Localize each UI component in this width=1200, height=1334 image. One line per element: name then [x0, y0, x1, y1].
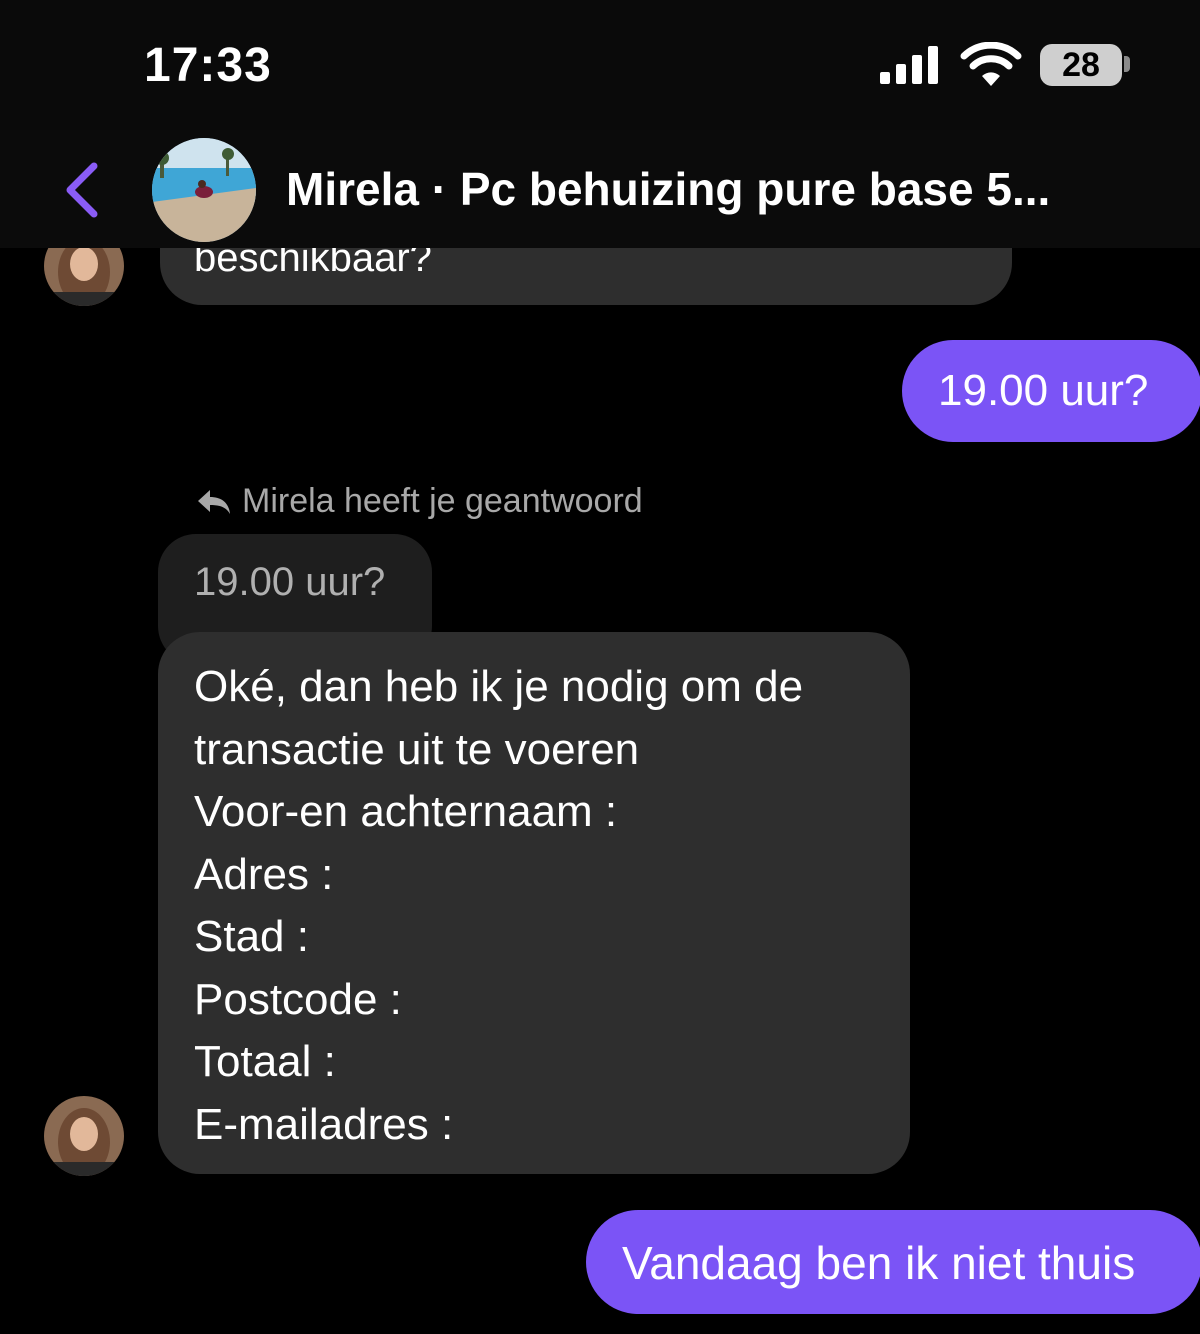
status-time: 17:33: [144, 39, 272, 92]
message-line: Adres :: [194, 849, 334, 899]
chevron-left-icon[interactable]: [60, 160, 104, 220]
battery-icon: 28: [1040, 44, 1122, 86]
reply-arrow-icon: [198, 489, 230, 514]
message-lines: Oké, dan heb ik je nodig om de transacti…: [194, 656, 803, 1156]
signal-icon: [880, 46, 938, 84]
message-line: E-mailadres :: [194, 1099, 454, 1149]
sender-avatar[interactable]: [44, 1096, 124, 1176]
contact-avatar[interactable]: [152, 138, 256, 242]
message-line: Oké, dan heb ik je nodig om de: [194, 662, 804, 711]
message-line: Totaal :: [194, 1037, 336, 1086]
reply-label-text: Mirela heeft je geantwoord: [242, 482, 643, 520]
quoted-text: 19.00 uur?: [194, 560, 386, 604]
message-line: transactie uit te voeren: [194, 724, 640, 774]
battery-nub: [1124, 56, 1130, 72]
message-line: Stad :: [194, 912, 309, 961]
wifi-icon: [960, 42, 1022, 86]
message-bubble-incoming[interactable]: Oké, dan heb ik je nodig om de transacti…: [158, 632, 910, 1174]
message-bubble-outgoing[interactable]: 19.00 uur?: [902, 340, 1200, 442]
message-text: Vandaag ben ik niet thuis: [622, 1237, 1136, 1289]
message-line: Postcode :: [194, 974, 402, 1024]
reply-indicator: Mirela heeft je geantwoord: [196, 482, 643, 521]
message-line: Voor-en achternaam :: [194, 787, 618, 836]
message-bubble-outgoing[interactable]: Vandaag ben ik niet thuis: [586, 1210, 1200, 1314]
status-bar: 17:33 28: [0, 0, 1200, 130]
message-text: 19.00 uur?: [938, 366, 1149, 415]
chat-header: Mirela · Pc behuizing pure base 5...: [0, 130, 1200, 248]
chat-title[interactable]: Mirela · Pc behuizing pure base 5...: [286, 162, 1050, 216]
